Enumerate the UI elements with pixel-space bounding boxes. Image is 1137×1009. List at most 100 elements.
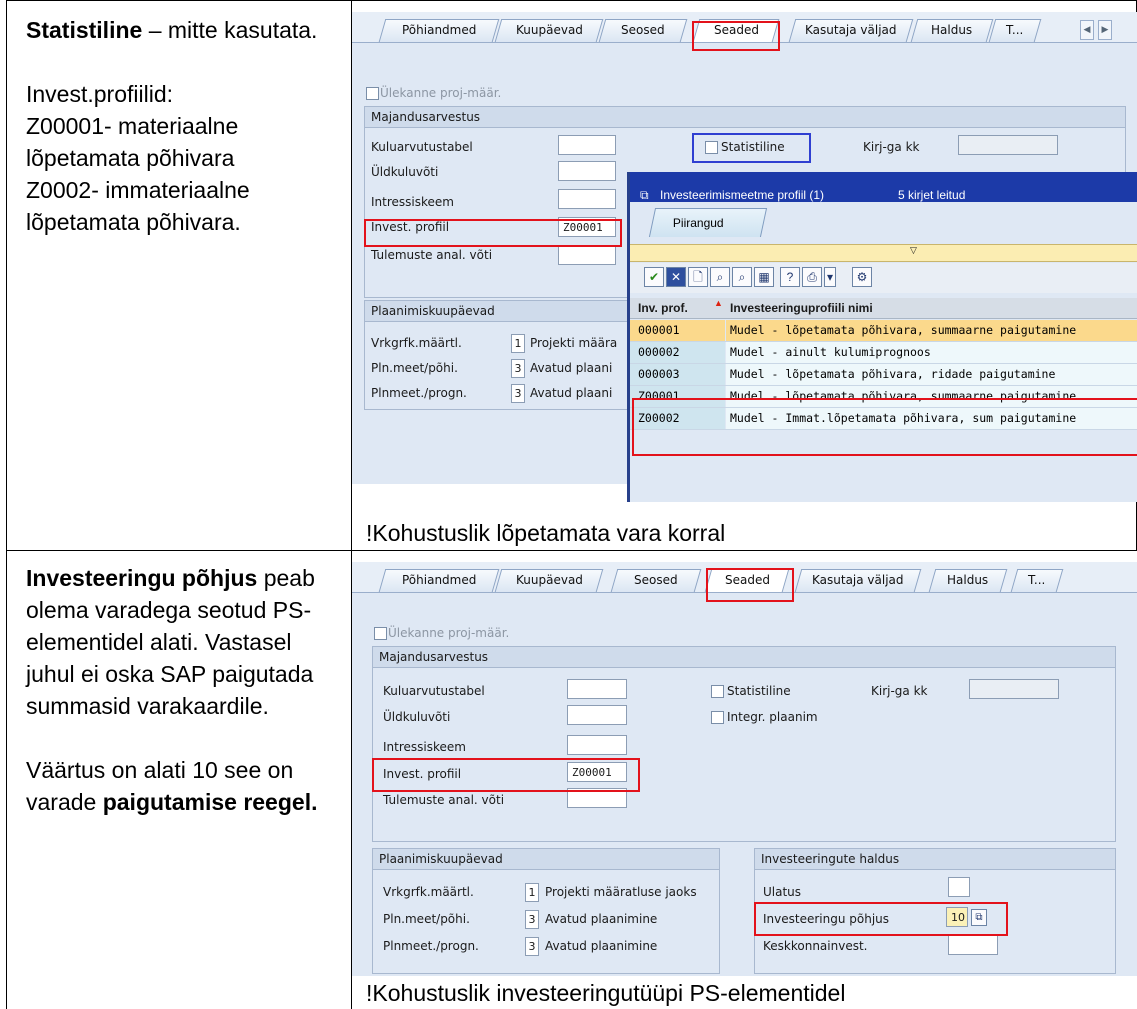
plan-label-3: Plnmeet./progn. <box>371 386 467 400</box>
field-label-interest: Intressiskeem <box>371 195 454 209</box>
tab-pohiandmed[interactable]: Põhiandmed <box>378 19 500 42</box>
invest-profiles-heading: Invest.profiilid: <box>26 81 174 107</box>
seaded-highlight <box>692 21 780 51</box>
statistiline-checkbox[interactable] <box>711 685 724 698</box>
inv-label-scope: Ulatus <box>763 885 802 899</box>
transfer-label: Ülekanne proj-määr. <box>380 86 502 100</box>
plan-text-2: Avatud plaani <box>530 361 613 375</box>
kirjga-label: Kirj-ga kk <box>863 140 920 154</box>
tab-piirangud[interactable]: Piirangud <box>648 208 768 237</box>
help-icon[interactable]: ? <box>780 267 800 287</box>
plan-text-2: Avatud plaanimine <box>545 912 658 926</box>
field-label-results: Tulemuste anal. võti <box>383 793 505 807</box>
transfer-checkbox-2[interactable] <box>374 627 387 640</box>
table-row[interactable]: 000001 Mudel - lõpetamata põhivara, summa… <box>630 320 1137 342</box>
tab-scroll-left-icon[interactable]: ◀ <box>1080 20 1094 40</box>
table-border-left <box>6 0 7 1009</box>
settings-icon[interactable]: ⚙ <box>852 267 872 287</box>
table-row[interactable]: 000002 Mudel - ainult kulumiprognoos <box>630 342 1137 364</box>
plan-text-3: Avatud plaani <box>530 386 613 400</box>
tab-kuupaevad[interactable]: Kuupäevad <box>494 569 604 592</box>
overhead-input[interactable] <box>567 705 627 725</box>
costing-input[interactable] <box>567 679 627 699</box>
cancel-icon[interactable]: ✕ <box>666 267 686 287</box>
plan-text-3: Avatud plaanimine <box>545 939 658 953</box>
collapse-triangle-icon[interactable]: ▽ <box>910 245 917 256</box>
plan-label-1: Vrkgrfk.määrtl. <box>383 885 474 899</box>
print-icon[interactable]: ⎙ <box>802 267 822 287</box>
scope-input[interactable] <box>948 877 970 897</box>
interest-input[interactable] <box>567 735 627 755</box>
table-row[interactable]: 000003 Mudel - lõpetamata põhivara, ridad… <box>630 364 1137 386</box>
field-label-costing: Kuluarvutustabel <box>371 140 473 154</box>
tab-piirangud-label: Piirangud <box>672 216 724 230</box>
tab-kuupaevad[interactable]: Kuupäevad <box>494 19 604 42</box>
results-input[interactable] <box>558 245 616 265</box>
profile-search-popup: ⧉ Investeerimismeetme profiil (1) 5 kirj… <box>627 172 1137 502</box>
statistiline-highlight <box>692 133 811 163</box>
statistiline-desc: – mitte kasutata. <box>142 17 318 43</box>
tab-haldus[interactable]: Haldus <box>928 569 1008 592</box>
inv-label-env: Keskkonnainvest. <box>763 939 868 953</box>
new-document-icon[interactable]: 🗋 <box>688 267 708 287</box>
profile-highlight-2 <box>372 758 640 792</box>
reason-highlight <box>754 902 1008 936</box>
popup-toolbar: ✔ ✕ 🗋 ⌕ ⌕ ▦ ? ⎙ ▾ ⚙ <box>630 263 1137 293</box>
interest-input[interactable] <box>558 189 616 209</box>
field-label-results: Tulemuste anal. võti <box>371 248 493 262</box>
overhead-input[interactable] <box>558 161 616 181</box>
find-next-icon[interactable]: ⌕ <box>732 267 752 287</box>
plan-label-1: Vrkgrfk.määrtl. <box>371 336 462 350</box>
popup-titlebar: ⧉ Investeerimismeetme profiil (1) 5 kirj… <box>630 172 1137 202</box>
tab-more[interactable]: T... <box>1010 569 1064 592</box>
transfer-checkbox[interactable] <box>366 87 379 100</box>
check-icon[interactable]: ✔ <box>644 267 664 287</box>
z-profiles-highlight <box>632 398 1137 456</box>
plan-num-3: 3 <box>511 384 525 403</box>
plan-num-1: 1 <box>511 334 525 353</box>
popup-window-icon: ⧉ <box>640 188 649 202</box>
tab-scroll-right-icon[interactable]: ▶ <box>1098 20 1112 40</box>
env-input[interactable] <box>948 935 998 955</box>
plan-num-1: 1 <box>525 883 539 902</box>
plan-label-3: Plnmeet./progn. <box>383 939 479 953</box>
table-border-top <box>6 0 1137 1</box>
popup-title: Investeerimismeetme profiil (1) <box>660 188 825 202</box>
investment-mgmt-title: Investeeringute haldus <box>761 852 900 866</box>
tab-seosed[interactable]: Seosed <box>598 19 688 42</box>
planning-title-2: Plaanimiskuupäevad <box>379 852 503 866</box>
left-cell-bottom: Investeeringu põhjus peab olema varadega… <box>26 562 326 818</box>
field-label-costing: Kuluarvutustabel <box>383 684 485 698</box>
tab-pohiandmed[interactable]: Põhiandmed <box>378 569 500 592</box>
plan-num-2: 3 <box>511 359 525 378</box>
sap-screen-bottom: Põhiandmed Kuupäevad Seosed Seaded Kasut… <box>352 562 1137 976</box>
col-inv-prof[interactable]: Inv. prof. <box>638 301 688 315</box>
tab-haldus[interactable]: Haldus <box>910 19 994 42</box>
dropdown-icon[interactable]: ▾ <box>824 267 836 287</box>
statistiline-bold: Statistiline <box>26 17 143 43</box>
export-icon[interactable]: ▦ <box>754 267 774 287</box>
costing-input[interactable] <box>558 135 616 155</box>
integr-plan-label: Integr. plaanim <box>727 710 818 724</box>
transfer-label-2: Ülekanne proj-määr. <box>388 626 510 640</box>
profile-z00001-text: Z00001- materiaalne lõpetamata põhivara <box>26 113 239 171</box>
plan-text-1: Projekti määratluse jaoks <box>545 885 697 899</box>
tab-kasutaja-valjad[interactable]: Kasutaja väljad <box>794 569 922 592</box>
col-profile-name[interactable]: Investeeringuprofiili nimi <box>730 301 873 315</box>
accounting-group-2: Majandusarvestus Kuluarvutustabel Üldkul… <box>372 646 1116 842</box>
find-icon[interactable]: ⌕ <box>710 267 730 287</box>
kirjga-input[interactable] <box>969 679 1059 699</box>
tab-more[interactable]: T... <box>988 19 1042 42</box>
plan-label-2: Pln.meet/põhi. <box>371 361 458 375</box>
popup-table-header: Inv. prof. ▲ Investeeringuprofiili nimi <box>630 298 1137 319</box>
planning-title: Plaanimiskuupäevad <box>371 304 495 318</box>
popup-found-count: 5 kirjet leitud <box>898 188 966 202</box>
integr-plan-checkbox[interactable] <box>711 711 724 724</box>
plan-label-2: Pln.meet/põhi. <box>383 912 470 926</box>
tab-seosed[interactable]: Seosed <box>610 569 702 592</box>
statistiline-label: Statistiline <box>727 684 791 698</box>
restriction-bar[interactable]: ▽ <box>630 244 1137 262</box>
kirjga-input[interactable] <box>958 135 1058 155</box>
tab-kasutaja-valjad[interactable]: Kasutaja väljad <box>788 19 914 42</box>
seaded-highlight-2 <box>706 568 794 602</box>
